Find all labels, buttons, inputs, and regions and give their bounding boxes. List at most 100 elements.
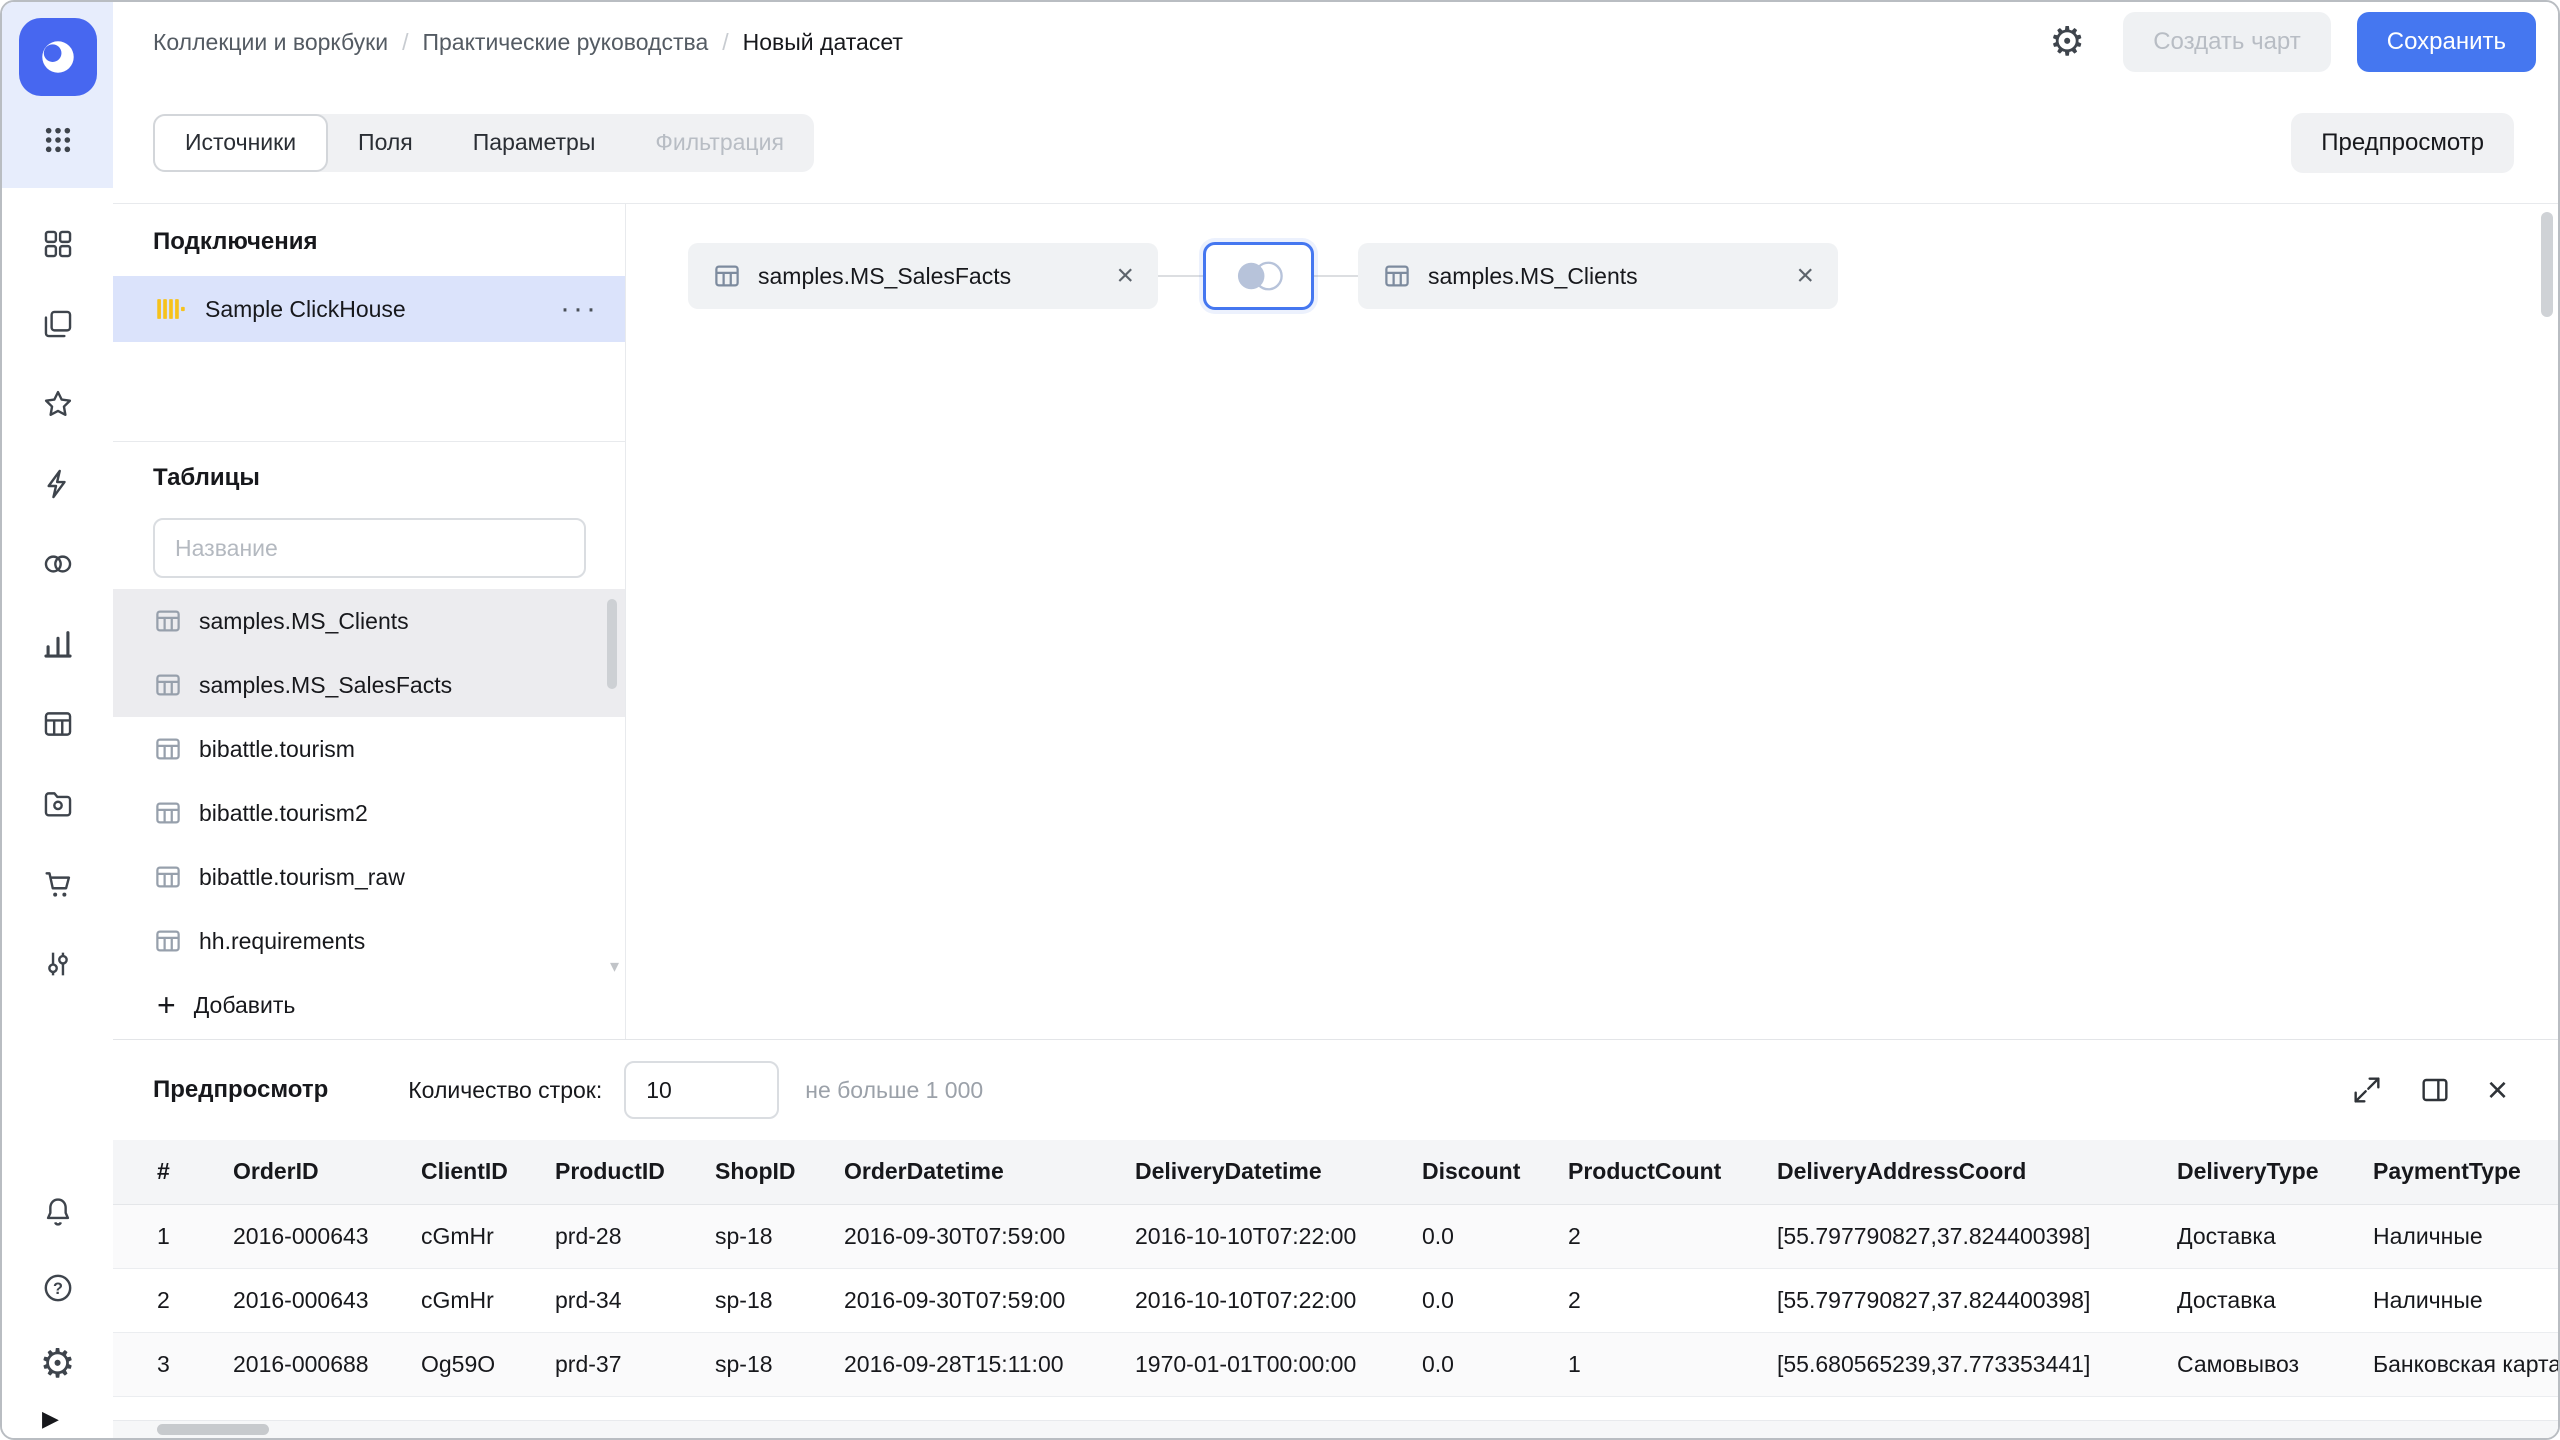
tab-sources[interactable]: Источники (153, 113, 329, 172)
nav-charts-button[interactable] (28, 616, 88, 672)
table-search-input[interactable] (153, 518, 586, 578)
clickhouse-icon (157, 299, 185, 319)
add-table-button[interactable]: + Добавить (113, 973, 625, 1037)
horizontal-scrollbar-thumb[interactable] (157, 1424, 269, 1435)
canvas-table-salesfacts[interactable]: samples.MS_SalesFacts × (688, 243, 1158, 309)
connection-item-sample-clickhouse[interactable]: Sample ClickHouse ··· (113, 276, 625, 342)
connection-name: Sample ClickHouse (205, 295, 406, 322)
expand-preview-button[interactable] (2351, 1074, 2383, 1106)
table-name: bibattle.tourism2 (199, 799, 368, 826)
bell-icon (46, 1198, 69, 1226)
folder-icon (44, 792, 71, 817)
cell: 2016-09-28T15:11:00 (824, 1332, 1115, 1397)
cell: 2016-000643 (213, 1268, 401, 1333)
table-list-item[interactable]: samples.MS_SalesFacts (113, 653, 625, 717)
table-list-item[interactable]: bibattle.tourism (113, 717, 625, 781)
save-button[interactable]: Сохранить (2356, 12, 2536, 72)
cell: 1 (1548, 1332, 1757, 1397)
cell: prd-37 (535, 1332, 695, 1397)
window-vertical-scrollbar[interactable] (2541, 212, 2553, 317)
breadcrumb-guides[interactable]: Практические руководства (422, 29, 708, 56)
column-header: ClientID (401, 1140, 535, 1205)
more-menu-icon[interactable]: ··· (560, 294, 599, 324)
nav-editor-button[interactable] (28, 456, 88, 512)
join-connector-line (1158, 275, 1203, 277)
create-chart-button[interactable]: Создать чарт (2123, 12, 2331, 72)
tables-title: Таблицы (153, 464, 260, 491)
workbooks-icon (44, 310, 71, 338)
datalens-logo[interactable] (18, 18, 97, 96)
preview-actions: × (2351, 1072, 2508, 1108)
collapse-sidebar-button[interactable]: ▶ (42, 1406, 59, 1432)
horizontal-scrollbar-track (113, 1420, 2558, 1438)
inner-join-icon (1237, 261, 1283, 291)
dock-preview-button[interactable] (2419, 1074, 2451, 1106)
cell: Доставка (2157, 1204, 2353, 1269)
plus-icon: + (157, 987, 176, 1023)
table-icon (156, 930, 180, 952)
join-connector-line (1314, 275, 1358, 277)
table-icon (715, 265, 739, 287)
nav-favorites-button[interactable] (28, 376, 88, 432)
tables-list: samples.MS_Clients samples.MS_SalesFacts… (113, 589, 625, 976)
star-icon (44, 390, 71, 416)
cell: [55.797790827,37.824400398] (1757, 1204, 2157, 1269)
table-list-item[interactable]: bibattle.tourism_raw (113, 845, 625, 909)
settings-button[interactable]: ⚙ (28, 1336, 88, 1392)
play-icon: ▶ (42, 1406, 59, 1431)
tab-fields[interactable]: Поля (328, 114, 443, 172)
apps-grid-icon (45, 127, 70, 153)
preview-toggle-button[interactable]: Предпросмотр (2291, 112, 2514, 173)
tabs-bar: Источники Поля Параметры Фильтрация Пред… (113, 82, 2558, 203)
table-list-item[interactable]: hh.requirements (113, 909, 625, 973)
breadcrumb-collections[interactable]: Коллекции и воркбуки (153, 29, 388, 56)
preview-title: Предпросмотр (153, 1076, 329, 1103)
panel-divider (113, 441, 625, 442)
nav-marketplace-button[interactable] (28, 856, 88, 912)
cell: prd-34 (535, 1268, 695, 1333)
row-count-input[interactable] (624, 1061, 780, 1119)
dataset-settings-button[interactable]: ⚙ (2037, 14, 2097, 70)
tab-parameters[interactable]: Параметры (443, 114, 626, 172)
join-canvas: samples.MS_SalesFacts × samples.MS_Clien… (626, 203, 2558, 1039)
close-preview-button[interactable]: × (2487, 1072, 2508, 1108)
cell: 3 (113, 1332, 213, 1397)
nav-connections-button[interactable] (28, 536, 88, 592)
remove-table-icon[interactable]: × (1796, 261, 1814, 291)
column-header: ProductCount (1548, 1140, 1757, 1205)
nav-workbooks-button[interactable] (28, 296, 88, 352)
close-icon: × (2486, 1069, 2508, 1110)
linked-circles-icon (44, 555, 71, 573)
tab-filtering: Фильтрация (655, 129, 784, 155)
header-actions: ⚙ Создать чарт Сохранить (2037, 12, 2536, 72)
remove-table-icon[interactable]: × (1116, 261, 1134, 291)
bar-chart-icon (43, 631, 72, 658)
table-list-item[interactable]: samples.MS_Clients (113, 589, 625, 653)
table-row: 2 2016-000643 cGmHr prd-34 sp-18 2016-09… (113, 1268, 2558, 1333)
apps-grid-button[interactable] (28, 112, 88, 168)
preview-toolbar: Предпросмотр Количество строк: не больше… (113, 1040, 2558, 1140)
row-count-hint: не больше 1 000 (805, 1076, 984, 1103)
column-header: ProductID (535, 1140, 695, 1205)
canvas-table-name: samples.MS_SalesFacts (758, 262, 1012, 289)
cell: 2 (1548, 1204, 1757, 1269)
table-name: samples.MS_Clients (199, 607, 409, 634)
nav-dashboards-button[interactable] (28, 216, 88, 272)
notifications-button[interactable] (28, 1184, 88, 1240)
table-icon (156, 738, 180, 760)
canvas-table-clients[interactable]: samples.MS_Clients × (1358, 243, 1838, 309)
add-table-label: Добавить (193, 991, 296, 1018)
tables-list-scrollbar[interactable] (607, 599, 617, 689)
nav-datasets-button[interactable] (28, 696, 88, 752)
nav-storage-button[interactable] (28, 776, 88, 832)
preview-table-header-row: # OrderID ClientID ProductID ShopID Orde… (113, 1140, 2558, 1205)
help-button[interactable]: ? (28, 1260, 88, 1316)
scroll-down-icon[interactable]: ▾ (610, 956, 619, 977)
cell: 2016-10-10T07:22:00 (1115, 1268, 1402, 1333)
table-list-item[interactable]: bibattle.tourism2 (113, 781, 625, 845)
column-header: Discount (1402, 1140, 1548, 1205)
help-icon: ? (44, 1274, 71, 1302)
nav-services-button[interactable] (28, 936, 88, 992)
join-type-button[interactable] (1203, 242, 1314, 310)
left-rail: ? ⚙ (2, 2, 113, 1438)
